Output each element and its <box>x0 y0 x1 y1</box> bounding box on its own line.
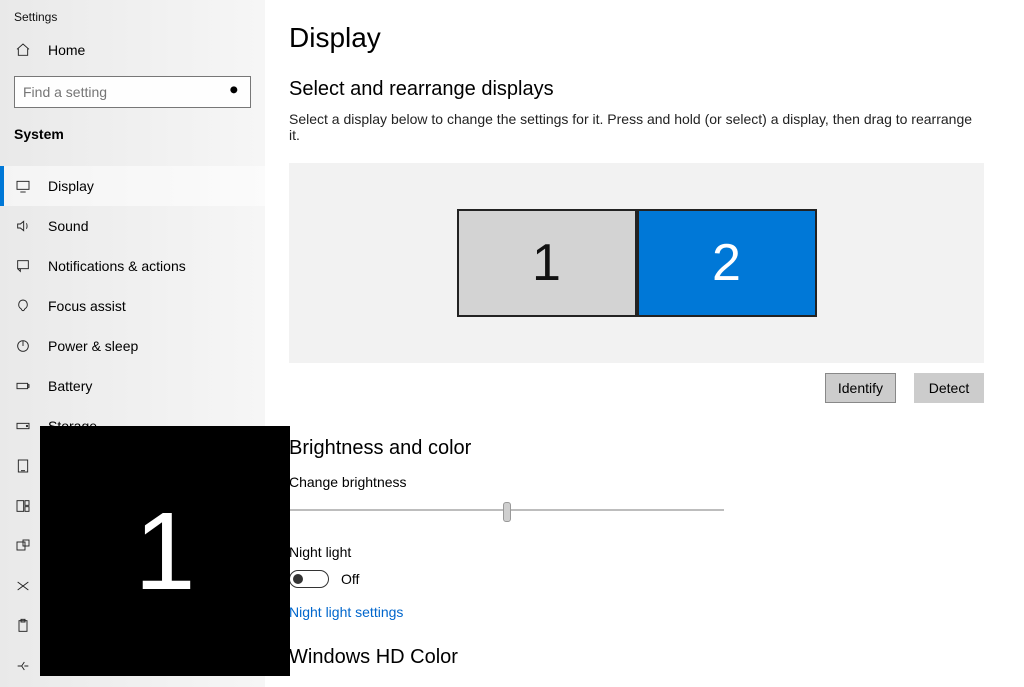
rearrange-desc: Select a display below to change the set… <box>289 111 984 143</box>
slider-thumb[interactable] <box>503 502 511 522</box>
nav-label: Sound <box>48 218 88 234</box>
nav-item-battery[interactable]: Battery <box>0 366 265 406</box>
nav-label: Display <box>48 178 94 194</box>
identify-overlay: 1 <box>40 426 290 676</box>
sound-icon <box>14 218 32 234</box>
nightlight-state: Off <box>341 571 359 587</box>
brightness-title: Brightness and color <box>289 437 984 460</box>
battery-icon <box>14 378 32 394</box>
nav-item-power-sleep[interactable]: Power & sleep <box>0 326 265 366</box>
home-icon <box>14 42 32 58</box>
hdcolor-desc: Get a brighter, more vibrant picture in … <box>289 683 639 687</box>
search-input[interactable] <box>23 84 228 100</box>
tablet-icon <box>14 458 32 474</box>
nav-label: Battery <box>48 378 92 394</box>
notifications-icon <box>14 258 32 274</box>
storage-icon <box>14 418 32 434</box>
display-arrange-area[interactable]: 1 2 <box>289 163 984 363</box>
project-icon <box>14 538 32 554</box>
shared-icon <box>14 578 32 594</box>
nav-label: Focus assist <box>48 298 126 314</box>
category-label: System <box>0 122 265 152</box>
monitor-1[interactable]: 1 <box>457 209 637 317</box>
app-title: Settings <box>0 6 265 32</box>
rearrange-title: Select and rearrange displays <box>289 78 984 101</box>
nav-label: Power & sleep <box>48 338 138 354</box>
nav-item-notifications[interactable]: Notifications & actions <box>0 246 265 286</box>
focus-icon <box>14 298 32 314</box>
nav-label: Notifications & actions <box>48 258 186 274</box>
main-content: Display Select and rearrange displays Se… <box>265 0 1024 687</box>
home-label: Home <box>48 42 85 58</box>
brightness-slider[interactable] <box>289 500 984 520</box>
hdcolor-title: Windows HD Color <box>289 646 984 669</box>
nav-item-focus-assist[interactable]: Focus assist <box>0 286 265 326</box>
power-icon <box>14 338 32 354</box>
clipboard-icon <box>14 618 32 634</box>
home-button[interactable]: Home <box>0 32 265 68</box>
nav-item-display[interactable]: Display <box>0 166 265 206</box>
brightness-label: Change brightness <box>289 474 984 490</box>
nightlight-label: Night light <box>289 544 984 560</box>
identify-button[interactable]: Identify <box>825 373 896 403</box>
detect-button[interactable]: Detect <box>914 373 984 403</box>
search-box[interactable] <box>14 76 251 108</box>
nightlight-toggle[interactable] <box>289 570 329 588</box>
nightlight-settings-link[interactable]: Night light settings <box>289 604 403 620</box>
multitask-icon <box>14 498 32 514</box>
monitor-2[interactable]: 2 <box>637 209 817 317</box>
search-icon <box>228 84 242 101</box>
display-icon <box>14 178 32 194</box>
page-title: Display <box>289 22 984 54</box>
nav-item-sound[interactable]: Sound <box>0 206 265 246</box>
remote-icon <box>14 658 32 674</box>
